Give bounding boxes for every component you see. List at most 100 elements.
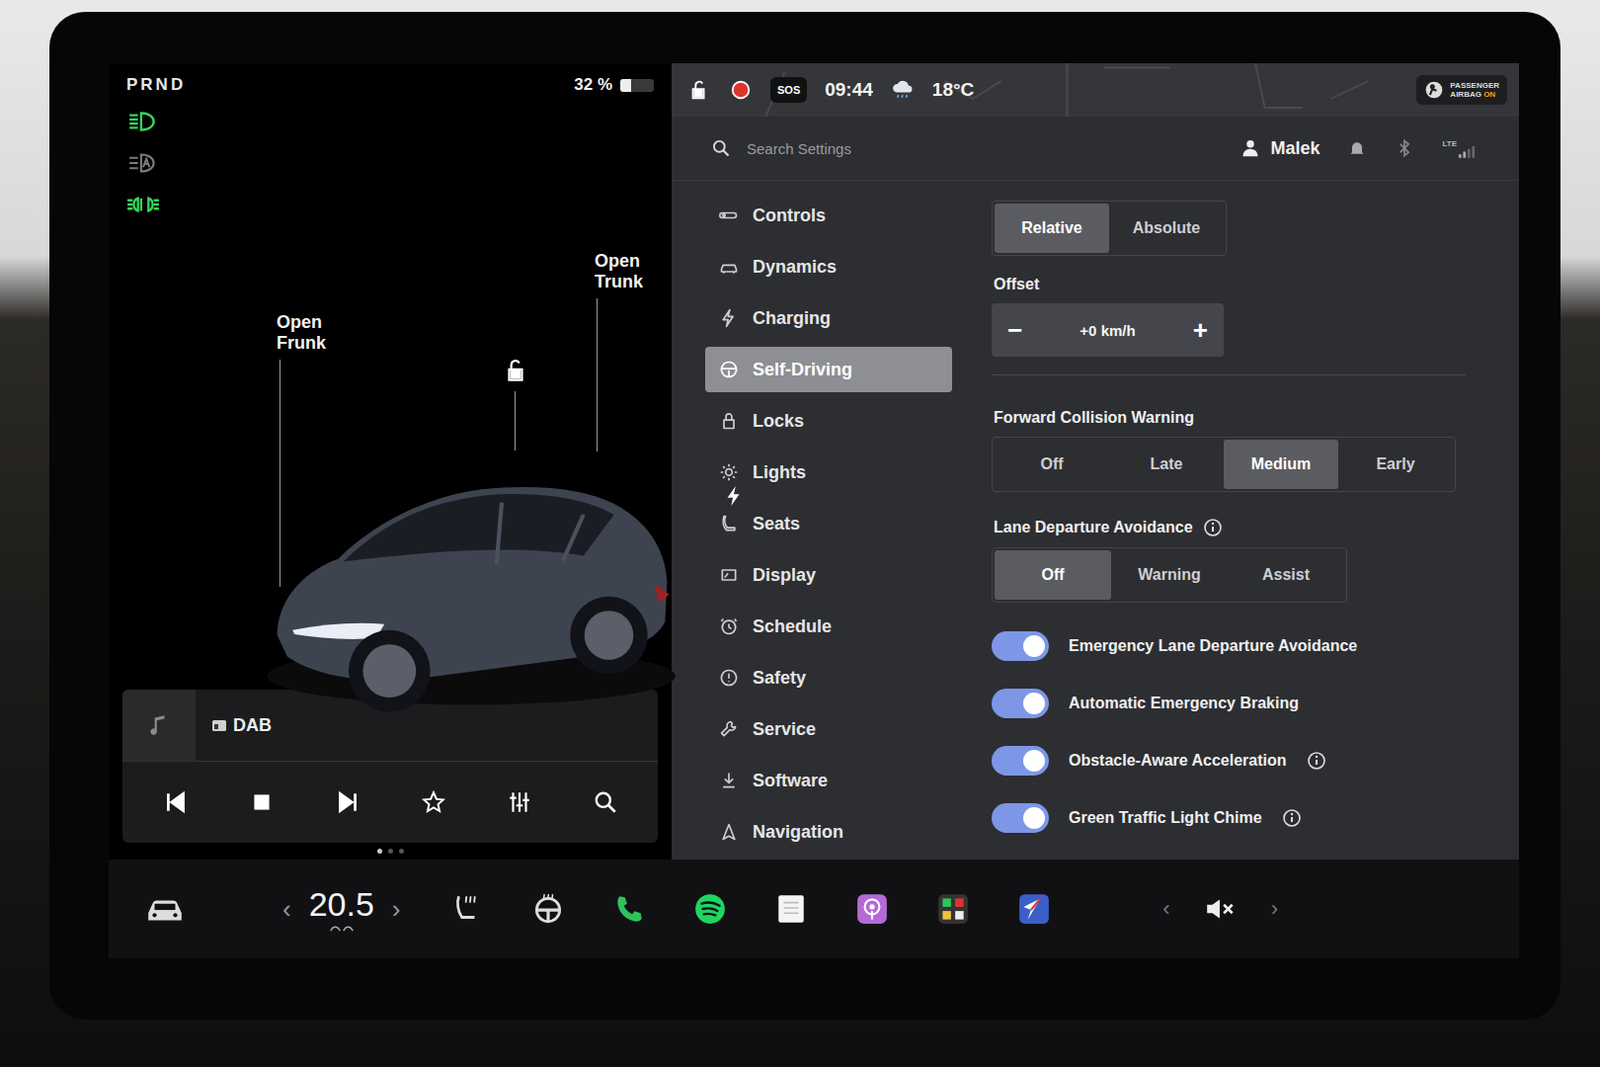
info-icon[interactable]: [1281, 807, 1302, 828]
person-icon: [1240, 138, 1261, 159]
phone-icon[interactable]: [610, 891, 648, 926]
speed-mode-option[interactable]: Relative: [994, 203, 1110, 253]
collision-warning-option[interactable]: Early: [1338, 439, 1453, 489]
lane-departure-option[interactable]: Warning: [1111, 550, 1228, 600]
airbag-icon: [1424, 80, 1444, 100]
settings-menu-item[interactable]: Dynamics: [705, 243, 953, 290]
settings-menu-item[interactable]: Seats: [705, 500, 953, 547]
driver-profile[interactable]: Malek: [1240, 138, 1320, 160]
toggle-switch[interactable]: [991, 631, 1049, 661]
steering-wheel-heater-icon[interactable]: [529, 891, 567, 926]
status-bar: SOS09:4418°CPASSENGERAIRBAG ON: [671, 63, 1520, 117]
settings-menu-item[interactable]: Lights: [705, 449, 953, 495]
decrease-offset-button[interactable]: −: [999, 315, 1031, 346]
offset-value: +0 km/h: [1079, 321, 1135, 339]
divider: [991, 374, 1466, 376]
defrost-icon: [328, 923, 355, 933]
page-dot[interactable]: [388, 848, 394, 854]
bottom-dock: ‹20.5›‹›: [108, 859, 1520, 959]
forward-collision-warning-label: Forward Collision Warning: [993, 408, 1480, 427]
lane-departure-option[interactable]: Assist: [1227, 550, 1345, 600]
speed-mode-option[interactable]: Absolute: [1109, 203, 1224, 253]
vehicle-panel: PRND32 %OpenFrunkOpenTrunkDAB: [108, 63, 672, 860]
dashcam-record-icon[interactable]: [728, 79, 753, 101]
clock: 09:44: [824, 79, 874, 101]
page-dot[interactable]: [377, 848, 383, 854]
open-trunk-button[interactable]: OpenTrunk: [594, 250, 643, 292]
settings-menu-item[interactable]: Navigation: [705, 808, 953, 855]
info-icon[interactable]: [1202, 517, 1223, 538]
media-source[interactable]: DAB: [195, 689, 272, 761]
settings-menu-item[interactable]: Display: [705, 552, 953, 598]
signal-bars-icon: [1457, 145, 1476, 159]
settings-menu-item[interactable]: Controls: [705, 192, 953, 239]
lane-departure-avoidance-selector: OffWarningAssist: [991, 547, 1348, 603]
photo-background: PRND32 %OpenFrunkOpenTrunkDABSOS09:4418°…: [0, 0, 1600, 1067]
notes-icon[interactable]: [772, 891, 810, 926]
page-indicator: [122, 842, 658, 854]
charging-bolt-icon[interactable]: [722, 484, 745, 507]
settings-menu-item[interactable]: Safety: [705, 654, 953, 701]
touchscreen: PRND32 %OpenFrunkOpenTrunkDABSOS09:4418°…: [108, 63, 1520, 959]
settings-menu-item[interactable]: Schedule: [705, 603, 953, 649]
sos-badge[interactable]: SOS: [770, 77, 807, 103]
light-indicators: [122, 94, 170, 684]
toggle-switch[interactable]: [991, 745, 1049, 776]
speed-offset-stepper: − +0 km/h +: [991, 303, 1224, 357]
volume-down-button[interactable]: ‹: [1158, 895, 1174, 922]
settings-menu-item[interactable]: Self-Driving: [705, 346, 953, 393]
collision-warning-option[interactable]: Medium: [1223, 439, 1339, 489]
settings-search[interactable]: Search Settings: [711, 138, 852, 159]
temperature-down-button[interactable]: ‹: [278, 893, 296, 925]
speed-mode-selector: RelativeAbsolute: [991, 200, 1227, 256]
car-model-icon: [239, 420, 704, 727]
collision-warning-option[interactable]: Late: [1109, 439, 1224, 489]
battery-percent: 32 %: [573, 75, 613, 95]
screen-bezel: PRND32 %OpenFrunkOpenTrunkDABSOS09:4418°…: [49, 11, 1561, 1020]
settings-menu-item[interactable]: Locks: [705, 398, 953, 444]
settings-menu-item[interactable]: Charging: [705, 295, 953, 341]
volume-up-button[interactable]: ›: [1267, 895, 1282, 922]
toggle-row: Emergency Lane Departure Avoidance: [991, 624, 1480, 668]
toggle-switch[interactable]: [991, 688, 1049, 719]
navigation-icon[interactable]: [1015, 891, 1053, 926]
open-frunk-button[interactable]: OpenFrunk: [276, 312, 326, 353]
bell-icon[interactable]: [1347, 138, 1367, 159]
seat-heater-icon[interactable]: [448, 891, 486, 926]
settings-menu-item[interactable]: Service: [705, 706, 953, 752]
increase-offset-button[interactable]: +: [1185, 315, 1216, 346]
temperature-up-button[interactable]: ›: [388, 893, 405, 925]
radio-icon: [211, 717, 228, 733]
stop-icon[interactable]: [248, 789, 275, 815]
spotify-icon[interactable]: [691, 891, 729, 926]
toggle-row: Automatic Emergency Braking: [991, 681, 1480, 725]
collision-warning-option[interactable]: Off: [994, 439, 1110, 489]
display-icon: [719, 564, 739, 585]
unlocked-icon[interactable]: [687, 79, 712, 101]
lane-departure-option[interactable]: Off: [994, 550, 1112, 600]
auto-icon: [126, 150, 160, 176]
podcasts-icon[interactable]: [853, 891, 891, 926]
bluetooth-icon[interactable]: [1394, 138, 1415, 159]
toggle-label: Green Traffic Light Chime: [1068, 808, 1263, 827]
car-icon[interactable]: [144, 891, 186, 926]
app-launcher-icon[interactable]: [934, 891, 972, 926]
toggle-switch[interactable]: [991, 802, 1049, 833]
settings-menu-item[interactable]: Software: [705, 757, 953, 803]
info-icon[interactable]: [1306, 750, 1327, 771]
page-dot[interactable]: [399, 848, 404, 854]
search-icon[interactable]: [592, 789, 619, 815]
toggle-label: Emergency Lane Departure Avoidance: [1068, 637, 1358, 655]
wrench-icon: [719, 719, 739, 739]
bolt-icon: [719, 308, 739, 328]
outside-temperature: 18°C: [932, 79, 974, 101]
speaker-muted-icon[interactable]: [1203, 895, 1238, 922]
previous-track-icon[interactable]: [162, 789, 189, 815]
toggle-row: Green Traffic Light Chime: [991, 796, 1480, 840]
equalizer-icon[interactable]: [506, 789, 533, 815]
toggle-label: Obstacle-Aware Acceleration: [1068, 751, 1287, 770]
lane-departure-avoidance-label: Lane Departure Avoidance: [993, 517, 1480, 538]
next-track-icon[interactable]: [334, 789, 361, 815]
favorite-star-icon[interactable]: [420, 789, 447, 815]
unlocked-padlock-icon[interactable]: [502, 357, 529, 384]
